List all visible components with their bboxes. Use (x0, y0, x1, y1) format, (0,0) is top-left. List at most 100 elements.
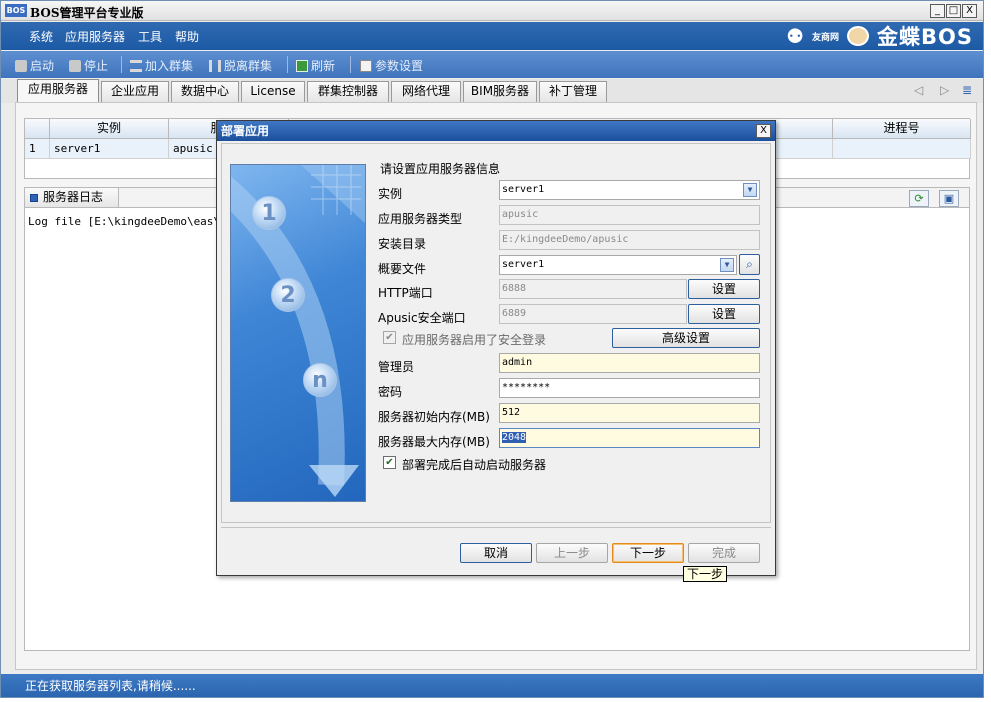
dialog-separator (221, 527, 771, 528)
toolbar-separator (121, 56, 122, 73)
table-cell-index: 1 (25, 139, 50, 159)
table-header-pid[interactable]: 进程号 (833, 119, 971, 139)
start-label: 启动 (30, 59, 55, 73)
dialog-body: 1 2 n 请设置应用服务器信息 实例 server1 ▼ 应用服务器类型 ap… (221, 143, 771, 523)
tab-scroll-left-icon[interactable]: ◁ (914, 83, 923, 97)
toolbar-separator (287, 56, 288, 73)
previous-step-button: 上一步 (536, 543, 608, 563)
admin-input[interactable]: admin (499, 353, 760, 373)
http-port-settings-button[interactable]: 设置 (688, 279, 760, 299)
menu-tools[interactable]: 工具 (138, 28, 162, 45)
refresh-icon (296, 59, 308, 72)
deploy-app-dialog: 部署应用 X 1 2 n 请设置应用服务器信息 实例 server1 ▼ 应用服… (216, 120, 776, 576)
log-tab-icon (30, 194, 38, 202)
tab-bar: 应用服务器 企业应用 数据中心 License 群集控制器 网络代理 BIM服务… (1, 79, 983, 103)
log-tab[interactable]: 服务器日志 (25, 188, 119, 208)
max-memory-input[interactable]: 2048 (499, 428, 760, 448)
dialog-close-button[interactable]: X (756, 124, 771, 138)
table-cell-instance[interactable]: server1 (50, 139, 169, 159)
install-dir-label: 安装目录 (378, 237, 427, 251)
advanced-settings-button[interactable]: 高级设置 (612, 328, 760, 348)
refresh-button[interactable]: 刷新 (296, 57, 335, 74)
auto-start-label: 部署完成后自动启动服务器 (402, 458, 547, 472)
tab-bim-server[interactable]: BIM服务器 (463, 81, 537, 102)
partner-name: 友商网 (812, 32, 840, 43)
secure-port-label: Apusic安全端口 (378, 311, 466, 325)
tab-patch-management[interactable]: 补丁管理 (539, 81, 607, 102)
secure-login-label: 应用服务器启用了安全登录 (402, 333, 547, 347)
tab-list-icon[interactable]: ≣ (962, 83, 972, 97)
menu-system[interactable]: 系统 (29, 28, 53, 45)
leave-cluster-button[interactable]: 脱离群集 (209, 57, 272, 74)
log-text: Log file [E:\kingdeeDemo\eas\ser (28, 215, 240, 228)
log-tab-label: 服务器日志 (43, 190, 104, 204)
tab-app-server[interactable]: 应用服务器 (17, 79, 99, 103)
join-cluster-icon (130, 59, 142, 72)
table-header-instance[interactable]: 实例 (50, 119, 169, 139)
tab-cluster-controller[interactable]: 群集控制器 (307, 81, 389, 102)
profile-search-icon[interactable]: ⌕ (739, 254, 760, 275)
wizard-step-2-icon: 2 (271, 278, 305, 312)
stop-icon (69, 59, 81, 72)
mascot-icon (847, 26, 870, 46)
next-step-tooltip: 下一步 (683, 566, 728, 582)
instance-select[interactable]: server1 ▼ (499, 180, 760, 200)
menu-help[interactable]: 帮助 (175, 28, 199, 45)
profile-dropdown-icon[interactable]: ▼ (720, 258, 734, 272)
toolbar-separator (350, 56, 351, 73)
instance-label: 实例 (378, 187, 403, 201)
finish-button: 完成 (688, 543, 760, 563)
menu-bar: 系统 应用服务器 工具 帮助 ⚉ 友商网 金蝶BOS (1, 22, 983, 50)
tab-license[interactable]: License (241, 81, 305, 102)
init-memory-input[interactable]: 512 (499, 403, 760, 423)
settings-button[interactable]: 参数设置 (360, 57, 423, 74)
settings-icon (360, 59, 372, 72)
profile-select[interactable]: server1 ▼ (499, 255, 737, 275)
wizard-step-1-icon: 1 (252, 196, 286, 230)
window-title: BOS管理平台专业版 (30, 6, 144, 20)
title-bar: BOS BOS管理平台专业版 _ □ X (1, 1, 983, 21)
leave-cluster-label: 脱离群集 (224, 59, 273, 73)
tab-enterprise-app[interactable]: 企业应用 (101, 81, 169, 102)
table-header-index (25, 119, 50, 139)
wizard-step-n-icon: n (303, 363, 337, 397)
toolbar: 启动 停止 加入群集 脱离群集 刷新 参数设置 (1, 51, 983, 78)
instance-dropdown-icon[interactable]: ▼ (743, 183, 757, 197)
install-dir-field: E:/kingdeeDemo/apusic (499, 230, 760, 250)
join-cluster-button[interactable]: 加入群集 (130, 57, 193, 74)
secure-port-settings-button[interactable]: 设置 (688, 304, 760, 324)
menu-app-server[interactable]: 应用服务器 (65, 28, 125, 45)
leave-cluster-icon (209, 59, 221, 72)
profile-value: server1 (502, 259, 545, 270)
tab-network-proxy[interactable]: 网络代理 (391, 81, 461, 102)
table-cell-pid[interactable] (833, 139, 971, 159)
log-refresh-icon[interactable]: ⟳ (909, 190, 929, 207)
next-step-button[interactable]: 下一步 (612, 543, 684, 563)
password-label: 密码 (378, 385, 403, 399)
cancel-button[interactable]: 取消 (460, 543, 532, 563)
init-memory-label: 服务器初始内存(MB) (378, 410, 490, 424)
stop-button[interactable]: 停止 (69, 57, 108, 74)
http-port-label: HTTP端口 (378, 286, 433, 300)
tab-scroll-right-icon[interactable]: ▷ (940, 83, 949, 97)
max-memory-value: 2048 (502, 432, 527, 443)
close-button[interactable]: X (962, 4, 977, 18)
start-button[interactable]: 启动 (15, 57, 54, 74)
http-port-field: 6888 (499, 279, 687, 299)
profile-label: 概要文件 (378, 262, 427, 276)
server-type-field: apusic (499, 205, 760, 225)
tab-data-center[interactable]: 数据中心 (171, 81, 239, 102)
wizard-illustration: 1 2 n (230, 164, 366, 502)
refresh-label: 刷新 (311, 59, 336, 73)
join-cluster-label: 加入群集 (145, 59, 194, 73)
start-icon (15, 59, 27, 72)
app-logo: BOS (5, 4, 27, 17)
brand-name: 金蝶BOS (877, 25, 973, 49)
maximize-button[interactable]: □ (946, 4, 961, 18)
secure-port-field: 6889 (499, 304, 687, 324)
password-input[interactable]: ******** (499, 378, 760, 398)
auto-start-checkbox[interactable]: ✔ (383, 456, 396, 469)
log-save-icon[interactable]: ▣ (939, 190, 959, 207)
minimize-button[interactable]: _ (930, 4, 945, 18)
secure-login-checkbox: ✔ (383, 331, 396, 344)
